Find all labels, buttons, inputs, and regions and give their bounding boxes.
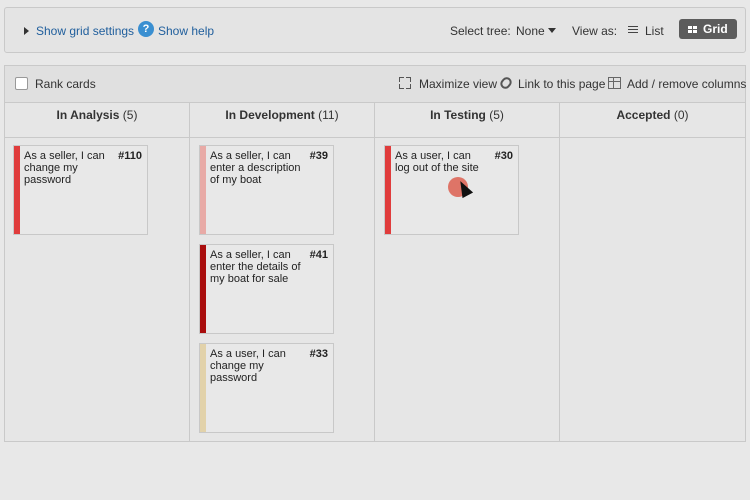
column-accepted: [560, 138, 745, 442]
column-name: In Development: [225, 108, 315, 122]
add-remove-columns-button[interactable]: Add / remove columns: [627, 77, 746, 91]
show-grid-settings-link[interactable]: Show grid settings: [36, 24, 134, 38]
view-grid-button[interactable]: Grid: [679, 19, 737, 39]
column-header-in-analysis[interactable]: In Analysis (5): [5, 102, 190, 138]
card-title: As a seller, I can change my password: [24, 150, 105, 186]
expand-triangle-icon[interactable]: [24, 27, 29, 35]
select-tree-dropdown[interactable]: None: [516, 24, 545, 38]
card-color-bar: [200, 344, 206, 432]
card-color-bar: [14, 146, 20, 234]
card-color-bar: [200, 245, 206, 333]
column-header-in-testing[interactable]: In Testing (5): [375, 102, 560, 138]
board-toolbar: Rank cards Maximize view Link to this pa…: [5, 66, 746, 103]
story-card[interactable]: As a seller, I can enter the details of …: [199, 244, 334, 334]
rank-cards-checkbox[interactable]: [15, 77, 28, 90]
view-list-button[interactable]: List: [645, 24, 664, 38]
card-board: Rank cards Maximize view Link to this pa…: [4, 65, 746, 442]
help-icon[interactable]: ?: [138, 21, 154, 37]
grid-icon: [688, 26, 697, 33]
card-color-bar: [385, 146, 391, 234]
card-id: #39: [309, 150, 328, 162]
link-icon[interactable]: [498, 75, 514, 91]
maximize-icon[interactable]: [399, 77, 411, 89]
view-as-label: View as:: [572, 24, 618, 38]
columns-icon[interactable]: [608, 77, 621, 89]
view-grid-label: Grid: [703, 22, 728, 36]
column-name: In Analysis: [56, 108, 120, 122]
card-title: As a seller, I can enter a description o…: [210, 150, 301, 186]
card-id: #41: [309, 249, 328, 261]
card-title: As a user, I can change my password: [210, 348, 286, 384]
chevron-down-icon[interactable]: [548, 28, 556, 33]
card-id: #33: [309, 348, 328, 360]
select-tree-label: Select tree:: [450, 24, 511, 38]
card-title: As a seller, I can enter the details of …: [210, 249, 301, 285]
column-name: Accepted: [616, 108, 671, 122]
card-title: As a user, I can log out of the site: [395, 150, 479, 174]
story-card[interactable]: As a seller, I can change my password #1…: [13, 145, 148, 235]
top-toolbar: Show grid settings ? Show help Select tr…: [4, 7, 746, 53]
maximize-view-button[interactable]: Maximize view: [419, 77, 497, 91]
story-card[interactable]: As a user, I can change my password #33: [199, 343, 334, 433]
list-icon[interactable]: [628, 26, 638, 34]
card-id: #30: [494, 150, 513, 162]
card-color-bar: [200, 146, 206, 234]
column-count: (0): [673, 108, 689, 122]
column-count: (5): [122, 108, 138, 122]
story-card[interactable]: As a seller, I can enter a description o…: [199, 145, 334, 235]
column-count: (11): [318, 108, 339, 122]
column-name: In Testing: [430, 108, 486, 122]
column-header-in-development[interactable]: In Development (11): [190, 102, 375, 138]
column-count: (5): [489, 108, 504, 122]
rank-cards-label: Rank cards: [35, 77, 96, 91]
column-header-accepted[interactable]: Accepted (0): [560, 102, 745, 138]
link-to-page-button[interactable]: Link to this page: [518, 77, 605, 91]
column-in-analysis: As a seller, I can change my password #1…: [5, 138, 190, 442]
card-id: #110: [118, 150, 142, 162]
column-in-development: As a seller, I can enter a description o…: [190, 138, 375, 442]
show-help-link[interactable]: Show help: [158, 24, 214, 38]
